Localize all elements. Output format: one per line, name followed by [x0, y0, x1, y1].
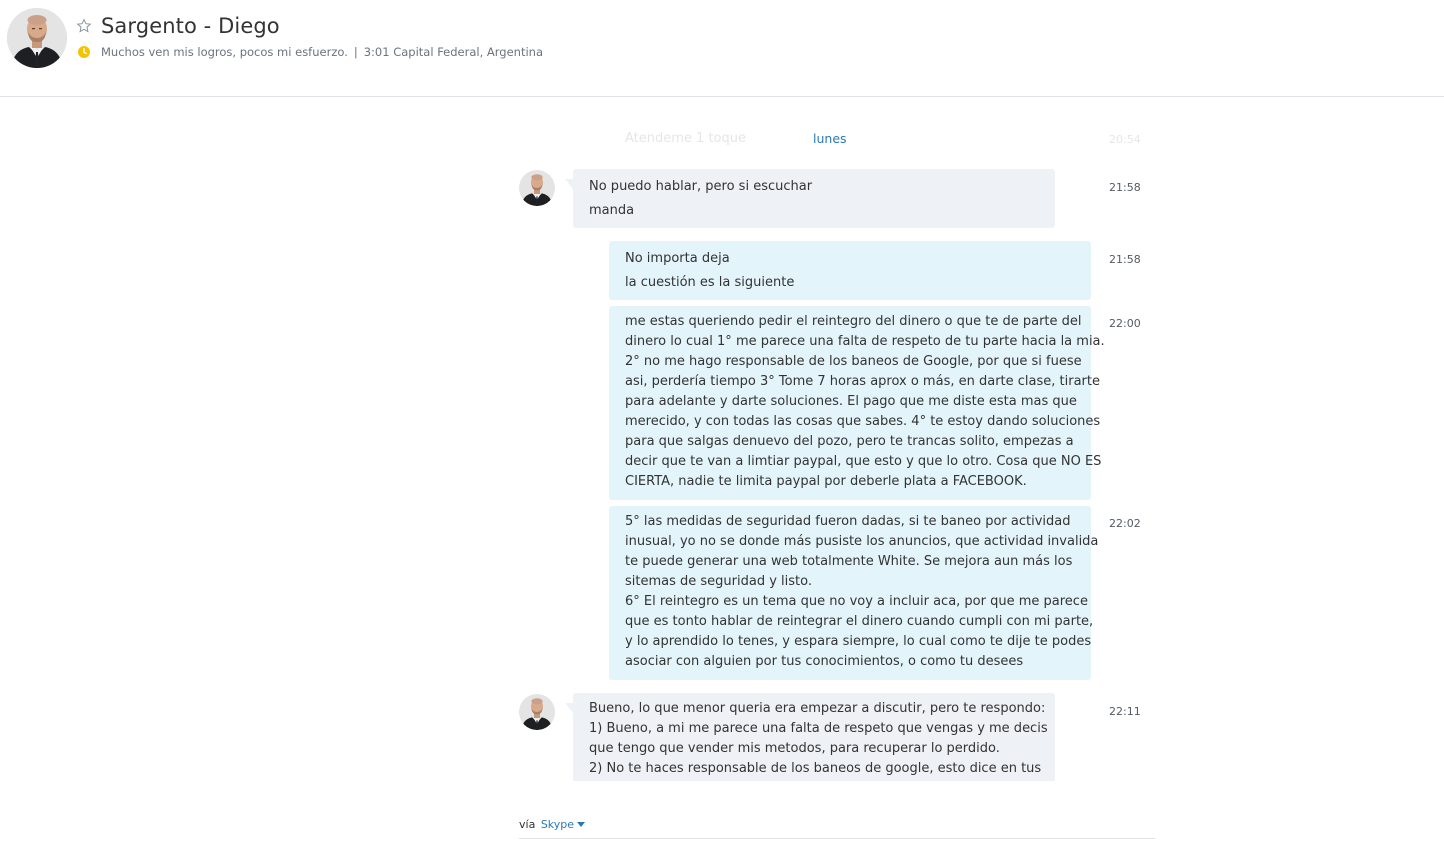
message-line: No importa deja: [625, 251, 730, 266]
message-timestamp: 21:58: [1109, 253, 1141, 266]
message-timestamp: 22:11: [1109, 705, 1141, 718]
message-line: que es tonto hablar de reintegrar el din…: [625, 614, 1094, 629]
message-bubble-outgoing[interactable]: 5° las medidas de seguridad fueron dadas…: [609, 506, 1099, 680]
message-line: la cuestión es la siguiente: [625, 275, 795, 290]
message-bubble-incoming[interactable]: Bueno, lo que menor queria era empezar a…: [565, 693, 1055, 781]
mood-message: Muchos ven mis logros, pocos mi esfuerzo…: [101, 45, 348, 59]
message-line: dinero lo cual 1° me parece una falta de…: [625, 334, 1105, 349]
message-timestamp: 21:58: [1109, 181, 1141, 194]
message-bubble-incoming[interactable]: No puedo hablar, pero si escuchar manda: [565, 169, 1055, 228]
message-line: 2) No te haces responsable de los baneos…: [589, 761, 1042, 776]
message-line: No puedo hablar, pero si escuchar: [589, 179, 813, 194]
contact-status-line: Muchos ven mis logros, pocos mi esfuerzo…: [78, 44, 543, 60]
contact-photo: [7, 8, 67, 68]
message-line: decir que te van a limtiar paypal, que e…: [625, 454, 1102, 469]
message-line: asociar con alguien por tus conocimiento…: [625, 654, 1024, 669]
message-bubble-outgoing[interactable]: me estas queriendo pedir el reintegro de…: [609, 306, 1105, 500]
message-line: me estas queriendo pedir el reintegro de…: [625, 314, 1082, 329]
sender-avatar[interactable]: [519, 694, 555, 730]
message-line: y lo aprendido lo tenes, y espara siempr…: [625, 634, 1092, 649]
sender-photo: [519, 170, 555, 206]
faded-message-text: Atendeme 1 toque: [625, 131, 746, 146]
sender-photo: [519, 694, 555, 730]
message-line: 5° las medidas de seguridad fueron dadas…: [625, 514, 1071, 529]
message-history[interactable]: Atendeme 1 toque 20:54 lunes No puedo ha…: [0, 98, 1444, 781]
away-clock-icon: [78, 46, 90, 58]
message-timestamp: 22:00: [1109, 317, 1141, 330]
message-line: merecido, y con todas las cosas que sabe…: [625, 414, 1101, 429]
conversation-footer: vía Skype: [519, 818, 1155, 839]
message-line: CIERTA, nadie te limita paypal por deber…: [625, 474, 1027, 489]
contact-avatar[interactable]: [7, 8, 67, 68]
chevron-down-icon[interactable]: [577, 822, 586, 827]
message-line: 1) Bueno, a mi me parece una falta de re…: [589, 721, 1048, 736]
message-line: manda: [589, 203, 635, 218]
message-line: que tengo que vender mis metodos, para r…: [589, 741, 1000, 756]
message-line: para que salgas denuevo del pozo, pero t…: [625, 434, 1074, 449]
sender-avatar[interactable]: [519, 170, 555, 206]
message-line: asi, perdería tiempo 3° Tome 7 horas apr…: [625, 374, 1100, 389]
message-line: Bueno, lo que menor queria era empezar a…: [589, 701, 1046, 716]
status-separator: |: [353, 45, 358, 59]
message-line: 6° El reintegro es un tema que no voy a …: [625, 594, 1088, 609]
local-time-location: 3:01 Capital Federal, Argentina: [363, 45, 544, 59]
conversation-header: Sargento - Diego Muchos ven mis logros, …: [0, 0, 1444, 97]
favorite-star-icon[interactable]: [76, 18, 92, 34]
contact-name[interactable]: Sargento - Diego: [101, 14, 280, 38]
message-line: 2° no me hago responsable de los baneos …: [625, 354, 1082, 369]
message-line: te puede generar una web totalmente Whit…: [625, 554, 1073, 569]
faded-message-time: 20:54: [1109, 133, 1141, 146]
faded-previous-message: Atendeme 1 toque 20:54: [625, 131, 1145, 149]
day-divider: lunes: [813, 131, 847, 146]
message-line: sitemas de seguridad y listo.: [625, 574, 812, 589]
message-bubble-outgoing[interactable]: No importa deja la cuestión es la siguie…: [609, 241, 1091, 300]
message-line: inusual, yo no se donde más pusiste los …: [625, 534, 1099, 549]
via-label: vía: [519, 818, 536, 831]
service-selector-link[interactable]: Skype: [541, 818, 574, 831]
message-timestamp: 22:02: [1109, 517, 1141, 530]
message-line: para adelante y darte soluciones. El pag…: [625, 394, 1077, 409]
